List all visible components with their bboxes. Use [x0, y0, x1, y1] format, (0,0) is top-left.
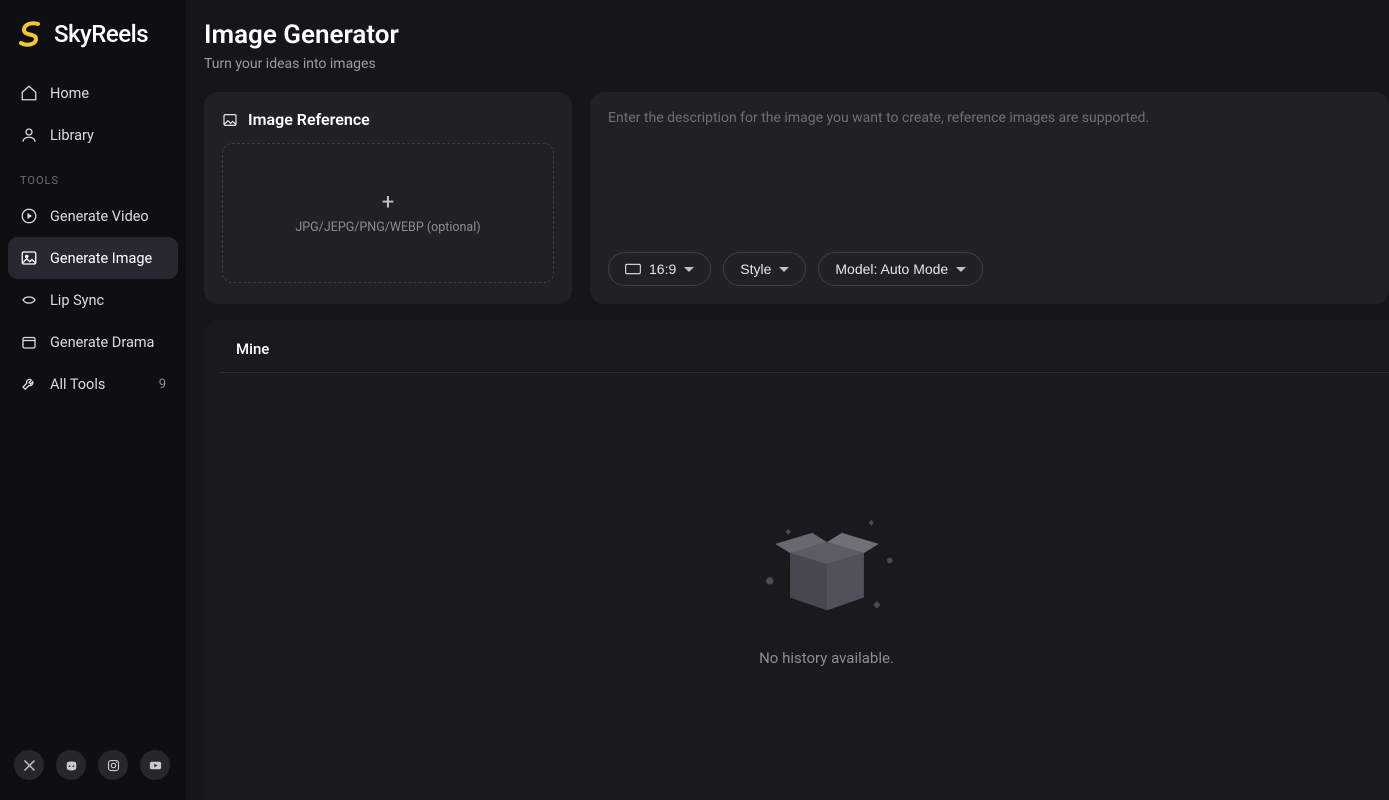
- brand-logo[interactable]: SkyReels: [8, 18, 178, 72]
- aspect-ratio-select[interactable]: 16:9: [608, 252, 711, 286]
- tools-heading: TOOLS: [8, 156, 178, 195]
- all-tools-count: 9: [159, 377, 166, 392]
- image-reference-panel: Image Reference + JPG/JEPG/PNG/WEBP (opt…: [204, 92, 572, 304]
- user-icon: [20, 126, 38, 144]
- style-select[interactable]: Style: [723, 252, 806, 286]
- sidebar-item-label: Generate Image: [50, 250, 152, 267]
- sidebar-item-label: Library: [50, 127, 94, 144]
- main-content: Image Generator Turn your ideas into ima…: [186, 0, 1389, 800]
- sidebar-item-label: Generate Drama: [50, 334, 154, 351]
- play-circle-icon: [20, 207, 38, 225]
- sidebar: SkyReels Home Library TOOLS Generate Vid…: [0, 0, 186, 800]
- sidebar-item-label: Lip Sync: [50, 292, 104, 309]
- empty-box-icon: [752, 507, 902, 627]
- sidebar-item-label: Generate Video: [50, 208, 149, 225]
- model-label: Model: Auto Mode: [835, 261, 948, 277]
- youtube-icon[interactable]: [140, 750, 170, 780]
- home-icon: [20, 84, 38, 102]
- dropzone-hint: JPG/JEPG/PNG/WEBP (optional): [295, 220, 480, 235]
- wrench-icon: [20, 375, 38, 393]
- prompt-input[interactable]: [608, 110, 1371, 174]
- style-label: Style: [740, 261, 771, 277]
- clapper-icon: [20, 333, 38, 351]
- instagram-icon[interactable]: [98, 750, 128, 780]
- image-reference-title: Image Reference: [248, 110, 370, 129]
- sidebar-item-label: All Tools: [50, 376, 105, 393]
- nav-primary: Home Library: [8, 72, 178, 156]
- aspect-ratio-value: 16:9: [649, 261, 676, 277]
- chevron-down-icon: [779, 267, 789, 272]
- sidebar-item-generate-drama[interactable]: Generate Drama: [8, 321, 178, 363]
- sidebar-item-library[interactable]: Library: [8, 114, 178, 156]
- chevron-down-icon: [684, 267, 694, 272]
- sidebar-item-generate-video[interactable]: Generate Video: [8, 195, 178, 237]
- prompt-controls: 16:9 Style Model: Auto Mode: [608, 252, 1371, 286]
- brand-name: SkyReels: [54, 20, 148, 48]
- sidebar-item-home[interactable]: Home: [8, 72, 178, 114]
- sidebar-item-label: Home: [50, 85, 89, 102]
- image-reference-header: Image Reference: [222, 110, 554, 129]
- prompt-panel: 16:9 Style Model: Auto Mode: [590, 92, 1389, 304]
- tab-mine[interactable]: Mine: [204, 340, 1389, 372]
- page-title: Image Generator: [204, 20, 1389, 50]
- sidebar-item-lip-sync[interactable]: Lip Sync: [8, 279, 178, 321]
- upload-dropzone[interactable]: + JPG/JEPG/PNG/WEBP (optional): [222, 143, 554, 283]
- history-panel: Mine No history availabl: [204, 320, 1389, 800]
- plus-icon: +: [382, 192, 394, 214]
- sidebar-item-all-tools[interactable]: All Tools 9: [8, 363, 178, 405]
- x-twitter-icon[interactable]: [14, 750, 44, 780]
- social-links: [8, 750, 178, 786]
- discord-icon[interactable]: [56, 750, 86, 780]
- chevron-down-icon: [956, 267, 966, 272]
- empty-state-text: No history available.: [759, 649, 894, 667]
- image-icon: [222, 112, 238, 128]
- empty-state: No history available.: [264, 373, 1389, 800]
- lips-icon: [20, 291, 38, 309]
- nav-tools: Generate Video Generate Image Lip Sync G…: [8, 195, 178, 405]
- sidebar-item-generate-image[interactable]: Generate Image: [8, 237, 178, 279]
- model-select[interactable]: Model: Auto Mode: [818, 252, 983, 286]
- brand-mark-icon: [14, 18, 46, 50]
- aspect-ratio-icon: [625, 263, 641, 275]
- page-subtitle: Turn your ideas into images: [204, 56, 1389, 72]
- image-icon: [20, 249, 38, 267]
